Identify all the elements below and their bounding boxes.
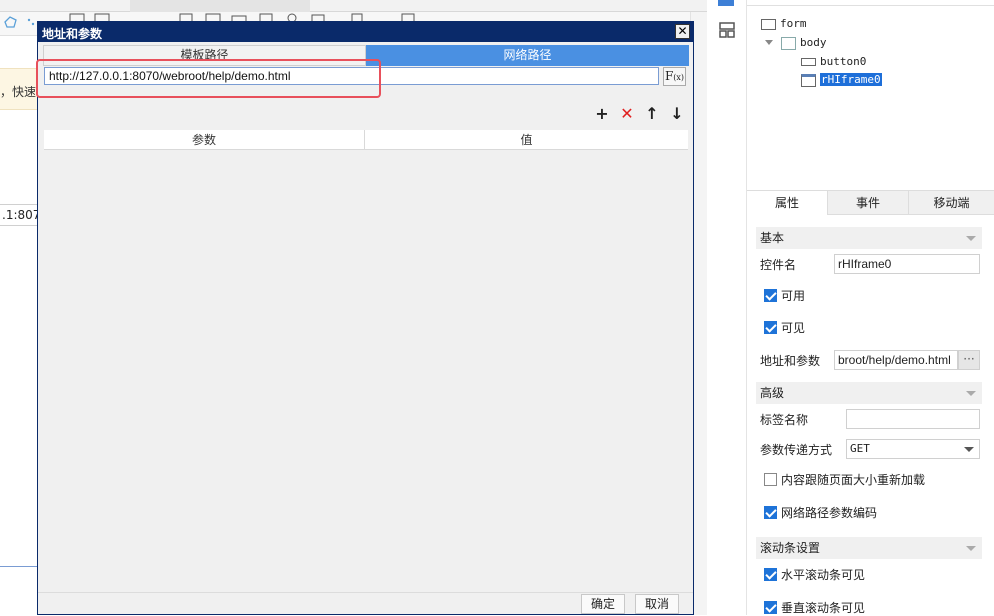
widget-icon[interactable]: [718, 0, 734, 6]
params-table-header: 参数 值: [44, 130, 688, 150]
address-params-dialog: 地址和参数 ✕ 模板路径 网络路径 F(x) + ✕ ↑ ↓ 参数 值 确定 取…: [37, 21, 694, 615]
section-basic[interactable]: 基本: [756, 227, 982, 249]
tree-node-label: rHIframe0: [820, 73, 882, 86]
move-down-button[interactable]: ↓: [669, 106, 685, 122]
dialog-title-bar[interactable]: 地址和参数 ✕: [38, 22, 693, 42]
canvas-divider: [0, 566, 38, 567]
encode-label: 网络路径参数编码: [781, 506, 878, 520]
highlight-annotation: [36, 59, 381, 98]
hint-banner: ，快速: [0, 68, 38, 110]
tree-node-label: form: [780, 17, 807, 30]
ok-button[interactable]: 确定: [581, 594, 625, 614]
collapse-icon[interactable]: [966, 546, 976, 551]
tab-mobile[interactable]: 移动端: [909, 191, 994, 215]
column-header-value[interactable]: 值: [365, 130, 688, 150]
properties-panel: form body button0 rHIframe0 属性 事件 移动端 基本…: [747, 0, 994, 615]
formula-button[interactable]: F(x): [663, 67, 686, 86]
side-icon-bar: [707, 0, 747, 615]
hint-text: ，快速: [0, 85, 37, 99]
editor-tab-bar: [0, 0, 707, 12]
collapse-icon[interactable]: [966, 391, 976, 396]
checkbox-unchecked-icon[interactable]: [764, 473, 777, 486]
dialog-title: 地址和参数: [42, 27, 103, 41]
dialog-footer-divider: [38, 592, 693, 593]
vscroll-label: 垂直滚动条可见: [781, 601, 866, 615]
layout-icon[interactable]: [719, 22, 735, 38]
delete-row-button[interactable]: ✕: [619, 106, 635, 122]
canvas-url-field: .1:807: [0, 204, 41, 226]
tree-node-body[interactable]: body: [765, 35, 827, 51]
url-params-label: 地址和参数: [760, 354, 821, 368]
add-row-button[interactable]: +: [594, 106, 610, 122]
form-icon: [761, 18, 776, 30]
reload-label: 内容跟随页面大小重新加载: [781, 473, 926, 487]
section-title: 基本: [760, 231, 785, 245]
canvas-url-text: .1:807: [2, 208, 41, 222]
tree-node-label: body: [800, 36, 827, 49]
url-params-more-button[interactable]: ···: [958, 350, 980, 370]
visible-label: 可见: [781, 321, 806, 335]
tag-name-label: 标签名称: [760, 413, 809, 427]
chevron-down-icon[interactable]: [964, 447, 974, 452]
iframe-icon: [801, 73, 816, 87]
button-icon: [801, 58, 816, 66]
tree-node-rhiframe0[interactable]: rHIframe0: [801, 72, 882, 88]
checkbox-checked-icon[interactable]: [764, 506, 777, 519]
body-icon: [781, 36, 796, 50]
control-name-label: 控件名: [760, 258, 797, 272]
tag-name-input[interactable]: [846, 409, 980, 429]
hscroll-label: 水平滚动条可见: [781, 568, 866, 582]
formula-sub: (x): [673, 73, 685, 82]
param-method-value: GET: [850, 442, 870, 455]
checkbox-checked-icon[interactable]: [764, 289, 777, 302]
panel-tabs: 属性 事件 移动端: [747, 190, 994, 215]
collapse-icon[interactable]: [966, 236, 976, 241]
section-title: 滚动条设置: [760, 541, 821, 555]
checkbox-checked-icon[interactable]: [764, 601, 777, 614]
cancel-button[interactable]: 取消: [635, 594, 679, 614]
params-table: 参数 值: [44, 130, 688, 588]
param-method-label: 参数传递方式: [760, 443, 833, 457]
tree-node-label: button0: [820, 55, 867, 68]
url-params-input[interactable]: broot/help/demo.html: [834, 350, 958, 370]
param-method-select[interactable]: GET: [846, 439, 980, 459]
move-up-button[interactable]: ↑: [644, 106, 660, 122]
tab-events[interactable]: 事件: [828, 191, 909, 215]
tree-node-button0[interactable]: button0: [801, 54, 866, 70]
section-scrollbar[interactable]: 滚动条设置: [756, 537, 982, 559]
tree-toolbar: [747, 0, 994, 6]
editor-tab[interactable]: [130, 0, 310, 12]
checkbox-checked-icon[interactable]: [764, 568, 777, 581]
close-button[interactable]: ✕: [675, 24, 690, 39]
section-title: 高级: [760, 386, 785, 400]
column-header-param[interactable]: 参数: [44, 130, 365, 150]
section-advanced[interactable]: 高级: [756, 382, 982, 404]
tab-network-path[interactable]: 网络路径: [366, 45, 689, 66]
tab-properties[interactable]: 属性: [747, 191, 828, 215]
checkbox-checked-icon[interactable]: [764, 321, 777, 334]
control-name-input[interactable]: rHIframe0: [834, 254, 980, 274]
enabled-label: 可用: [781, 289, 806, 303]
tree-node-form[interactable]: form: [761, 16, 807, 32]
